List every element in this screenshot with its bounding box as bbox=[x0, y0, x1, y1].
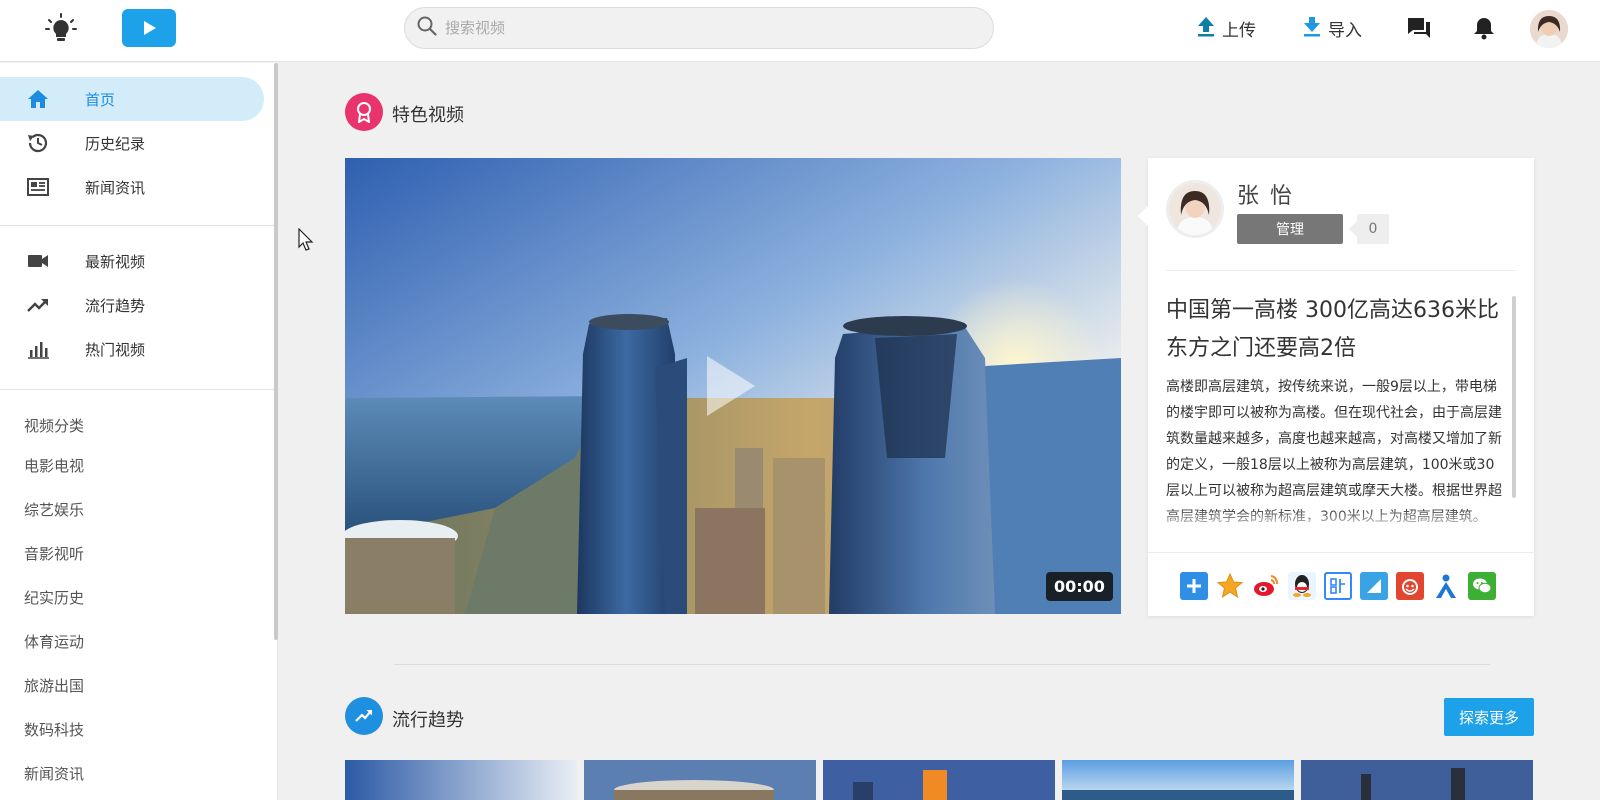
logo-play-icon[interactable] bbox=[122, 9, 176, 47]
category-link[interactable]: 综艺娱乐 bbox=[24, 499, 84, 520]
wechat-icon[interactable] bbox=[1468, 572, 1496, 600]
follower-count: 0 bbox=[1349, 214, 1389, 244]
trending-icon bbox=[26, 293, 50, 317]
category-link[interactable]: 纪实历史 bbox=[24, 587, 84, 608]
category-link[interactable]: 新闻资讯 bbox=[24, 763, 84, 784]
download-icon bbox=[1302, 15, 1328, 42]
trending-section-icon bbox=[345, 697, 383, 735]
top-bar: 上传 导入 bbox=[0, 0, 1600, 62]
sidebar-item-label: 历史纪录 bbox=[85, 134, 146, 153]
sidebar-item-home[interactable]: 首页 bbox=[0, 77, 264, 121]
article-description: 高楼即高层建筑，按传统来说，一般9层以上，带电梯的楼宇即可以被称为高楼。但在现代… bbox=[1166, 379, 1502, 525]
user-avatar[interactable] bbox=[1530, 10, 1568, 48]
upload-button[interactable]: 上传 bbox=[1196, 13, 1256, 43]
sidebar-item-history[interactable]: 历史纪录 bbox=[0, 121, 264, 165]
chat-icon[interactable] bbox=[1404, 13, 1434, 43]
card-divider bbox=[1166, 270, 1516, 271]
section-divider bbox=[394, 664, 1490, 665]
lightbulb-icon[interactable] bbox=[44, 12, 78, 46]
video-timestamp: 00:00 bbox=[1046, 572, 1113, 601]
trending-thumbnail[interactable] bbox=[1301, 760, 1533, 800]
trending-section-title: 流行趋势 bbox=[392, 710, 464, 731]
home-icon bbox=[26, 87, 50, 111]
role-badge: 管理 bbox=[1237, 214, 1343, 244]
author-avatar[interactable] bbox=[1166, 180, 1224, 238]
author-name[interactable]: 张 怡 bbox=[1237, 178, 1294, 210]
trending-thumbnail[interactable] bbox=[584, 760, 816, 800]
explore-more-button[interactable]: 探索更多 bbox=[1444, 698, 1534, 736]
video-thumbnail bbox=[345, 158, 1121, 614]
video-camera-icon bbox=[26, 249, 50, 273]
share-plus-icon[interactable] bbox=[1180, 572, 1208, 600]
category-link[interactable]: 体育运动 bbox=[24, 631, 84, 652]
sidebar-item-label: 首页 bbox=[85, 90, 116, 109]
mouse-cursor-icon bbox=[298, 227, 314, 256]
star-icon[interactable] bbox=[1216, 572, 1244, 600]
sidebar-scrollbar[interactable] bbox=[274, 63, 278, 640]
sidebar-item-label: 热门视频 bbox=[85, 340, 146, 359]
article-headline[interactable]: 中国第一高楼 300亿高达636米比东方之门还要高2倍 bbox=[1166, 292, 1506, 368]
category-link[interactable]: 旅游出国 bbox=[24, 675, 84, 696]
sidebar-divider bbox=[0, 389, 274, 390]
import-label: 导入 bbox=[1328, 20, 1362, 41]
bell-icon[interactable] bbox=[1469, 13, 1499, 43]
tieba-icon[interactable] bbox=[1324, 572, 1352, 600]
share-divider bbox=[1148, 552, 1534, 553]
categories-heading: 视频分类 bbox=[24, 417, 85, 435]
search-icon bbox=[417, 16, 437, 40]
featured-section-title: 特色视频 bbox=[392, 105, 464, 126]
qq-icon[interactable] bbox=[1288, 572, 1316, 600]
bar-chart-icon bbox=[26, 337, 50, 361]
note-icon[interactable] bbox=[1360, 572, 1388, 600]
sidebar-item-latest-videos[interactable]: 最新视频 bbox=[0, 239, 264, 283]
trending-thumbnail[interactable] bbox=[823, 760, 1055, 800]
category-link[interactable]: 电影电视 bbox=[24, 455, 84, 476]
search-bar[interactable] bbox=[404, 7, 994, 49]
sidebar-item-label: 流行趋势 bbox=[85, 296, 146, 315]
trending-thumbnail[interactable] bbox=[345, 760, 577, 800]
sidebar-item-news[interactable]: 新闻资讯 bbox=[0, 165, 264, 209]
text-fade bbox=[1166, 508, 1508, 532]
category-link[interactable]: 音影视听 bbox=[24, 543, 84, 564]
award-icon bbox=[345, 93, 383, 131]
featured-video-player[interactable]: 00:00 bbox=[345, 158, 1121, 614]
sidebar-item-label: 最新视频 bbox=[85, 252, 146, 271]
sidebar-divider bbox=[0, 225, 274, 226]
upload-icon bbox=[1196, 15, 1222, 42]
sidebar: 首页 历史纪录 新闻资讯 最新视频 流行趋势 热门视频 视频分类 电影电视 综艺… bbox=[0, 63, 278, 800]
trending-thumbnail[interactable] bbox=[1062, 760, 1294, 800]
sidebar-item-trending[interactable]: 流行趋势 bbox=[0, 283, 264, 327]
sidebar-item-popular[interactable]: 热门视频 bbox=[0, 327, 264, 371]
upload-label: 上传 bbox=[1222, 20, 1256, 41]
category-link[interactable]: 数码科技 bbox=[24, 719, 84, 740]
history-icon bbox=[26, 131, 50, 155]
weibo-icon[interactable] bbox=[1252, 572, 1280, 600]
people-icon[interactable] bbox=[1432, 572, 1460, 600]
sidebar-item-label: 新闻资讯 bbox=[85, 178, 146, 197]
renren-icon[interactable] bbox=[1396, 572, 1424, 600]
search-input[interactable] bbox=[445, 19, 965, 37]
article-scrollbar[interactable] bbox=[1512, 296, 1516, 498]
featured-info-card: 张 怡 管理 0 中国第一高楼 300亿高达636米比东方之门还要高2倍 高楼即… bbox=[1138, 158, 1534, 616]
import-button[interactable]: 导入 bbox=[1302, 13, 1362, 43]
news-icon bbox=[26, 175, 50, 199]
